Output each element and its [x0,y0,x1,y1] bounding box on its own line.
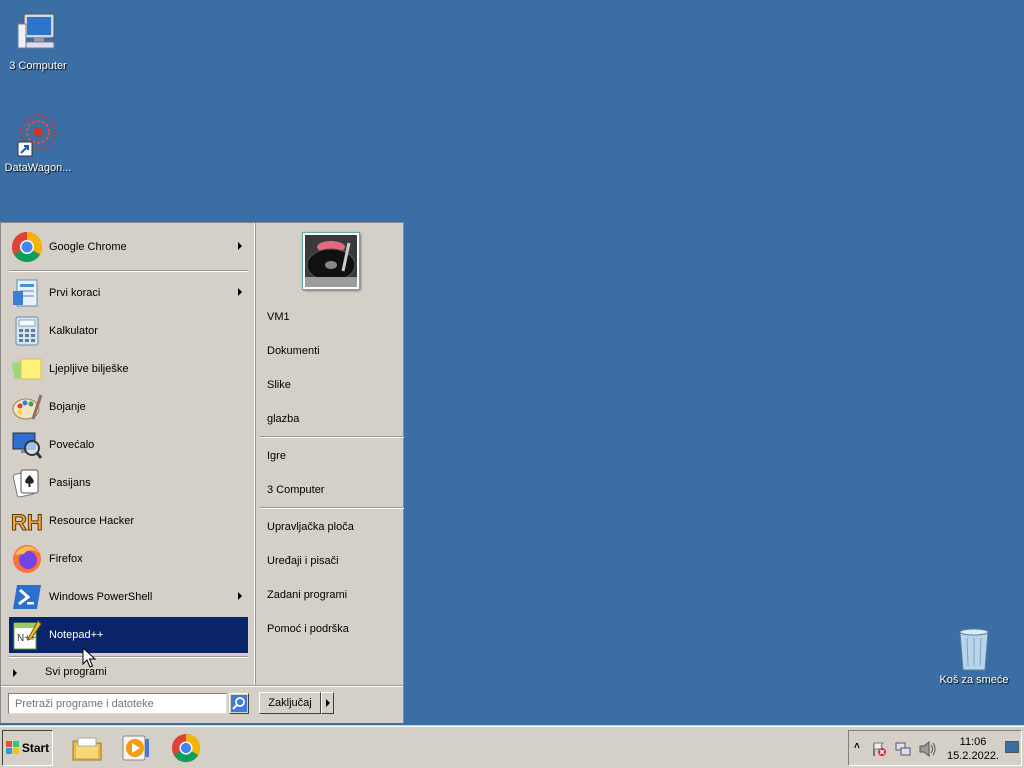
menu-item-label: Prvi koraci [49,287,101,299]
places-item-upravljacka-ploca[interactable]: Upravljačka ploča [267,517,354,537]
menu-item-label: Windows PowerShell [49,591,153,603]
mouse-cursor-icon [82,647,96,668]
places-item-pomoc-i-podrska[interactable]: Pomoć i podrška [267,619,349,639]
solitaire-icon [11,467,43,499]
places-item-slike[interactable]: Slike [267,375,291,395]
expand-arrow-icon [13,669,17,677]
clock[interactable]: 11:06 15.2.2022. [942,735,1004,763]
start-label: Start [21,741,50,755]
resource-hacker-icon: RH [11,505,44,537]
menu-item-prvi-koraci[interactable]: Prvi koraci [9,275,248,311]
search-input[interactable] [8,693,227,714]
action-center-flag-icon[interactable] [871,741,887,757]
menu-item-label: Kalkulator [49,325,98,337]
chrome-icon [11,231,43,263]
chrome-icon[interactable] [171,733,201,763]
sticky-notes-icon [11,353,43,385]
desktop-icon-label: Koš za smeće [939,674,1009,686]
desktop-icon-recycle-bin[interactable]: Koš za smeće [936,624,1012,686]
firefox-icon [11,543,43,575]
start-menu: Google Chrome Prvi koraci Kalkulator Lje… [0,222,404,723]
start-menu-bottom-bar: Zaključaj [1,686,403,724]
places-item-zadani-programi[interactable]: Zadani programi [267,585,347,605]
network-icon[interactable] [895,741,911,757]
submenu-arrow-icon [238,242,242,250]
menu-item-notepad-plus-plus[interactable]: N++ Notepad++ [9,617,248,653]
desktop-icon-computer[interactable]: 3 Computer [0,10,76,72]
taskbar: Start ˄ 11:06 15.2.2022. [0,726,1024,768]
menu-item-ljepljive-biljeske[interactable]: Ljepljive bilješke [9,351,248,387]
getting-started-icon [11,277,43,309]
submenu-arrow-icon [238,592,242,600]
menu-item-label: Resource Hacker [49,515,134,527]
submenu-arrow-icon [238,288,242,296]
menu-item-label: Bojanje [49,401,86,413]
places-item-glazba[interactable]: glazba [267,409,299,429]
clock-time: 11:06 [959,736,987,748]
media-player-icon[interactable] [121,733,151,763]
lock-button[interactable]: Zaključaj [259,692,321,714]
computer-icon [14,10,62,58]
desktop-icon-label: DataWagon... [4,162,72,174]
start-menu-places-pane: VM1 Dokumenti Slike glazba Igre 3 Comput… [256,223,404,686]
menu-item-label: Ljepljive bilješke [49,363,129,375]
start-menu-programs-pane: Google Chrome Prvi koraci Kalkulator Lje… [1,223,255,686]
user-picture[interactable] [303,233,359,289]
separator [9,270,248,272]
svg-text:RH: RH [11,510,43,535]
menu-item-google-chrome[interactable]: Google Chrome [9,229,248,265]
menu-item-pasijans[interactable]: Pasijans [9,465,248,501]
volume-icon[interactable] [919,741,937,757]
search-icon [231,695,247,712]
menu-item-label: Notepad++ [49,629,104,641]
notepad-plus-plus-icon: N++ [11,619,43,651]
recycle-bin-icon [950,624,998,672]
desktop-icon-label: 3 Computer [9,60,67,72]
menu-item-povecalo[interactable]: Povećalo [9,427,248,463]
menu-item-bojanje[interactable]: Bojanje [9,389,248,425]
menu-item-kalkulator[interactable]: Kalkulator [9,313,248,349]
notification-area: ˄ 11:06 15.2.2022. [848,730,1022,766]
powershell-icon [11,581,43,613]
menu-item-label: Pasijans [49,477,91,489]
places-item-vm1[interactable]: VM1 [267,307,290,327]
search-button[interactable] [229,693,249,714]
windows-logo-icon [5,741,19,754]
clock-date: 15.2.2022. [947,750,999,762]
menu-item-label: Google Chrome [49,241,127,253]
menu-item-resource-hacker[interactable]: RH Resource Hacker [9,503,248,539]
all-programs-label: Svi programi [45,666,107,678]
show-hidden-icons-icon[interactable]: ˄ [854,741,860,752]
separator [260,507,404,509]
menu-item-label: Povećalo [49,439,95,451]
places-item-dokumenti[interactable]: Dokumenti [267,341,320,361]
calculator-icon [11,315,43,347]
separator [260,436,404,438]
menu-item-firefox[interactable]: Firefox [9,541,248,577]
places-item-computer[interactable]: 3 Computer [267,480,324,500]
menu-item-label: Firefox [49,553,83,565]
desktop-icon-datawagon[interactable]: DataWagon... [0,112,76,174]
paint-icon [11,391,43,423]
menu-item-windows-powershell[interactable]: Windows PowerShell [9,579,248,615]
magnifier-icon [11,429,43,461]
lock-options-arrow-button[interactable] [321,692,334,714]
places-item-igre[interactable]: Igre [267,446,286,466]
start-button[interactable]: Start [2,730,53,766]
separator [9,656,248,658]
turntable-avatar-icon [305,235,357,287]
show-desktop-button[interactable] [1005,741,1019,753]
datawagon-icon [14,112,62,160]
places-item-uredaji-i-pisaci[interactable]: Uređaji i pisači [267,551,339,571]
all-programs-item[interactable]: Svi programi [9,661,248,685]
file-explorer-icon[interactable] [72,733,102,763]
